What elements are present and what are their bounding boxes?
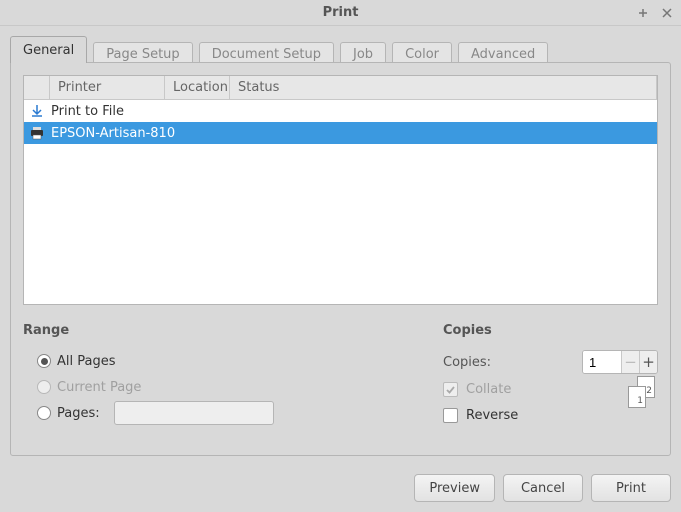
button-bar: Preview Cancel Print xyxy=(0,466,681,512)
cancel-button[interactable]: Cancel xyxy=(503,474,583,502)
copies-title: Copies xyxy=(443,323,658,338)
copies-count-row: Copies: − + xyxy=(443,348,658,376)
copies-input[interactable] xyxy=(583,351,621,373)
printer-list[interactable]: Printer Location Status Print to File xyxy=(23,75,658,305)
window-title: Print xyxy=(323,5,359,20)
column-printer[interactable]: Printer xyxy=(50,76,165,99)
titlebar: Print xyxy=(0,0,681,26)
preview-button[interactable]: Preview xyxy=(414,474,495,502)
printer-row-file[interactable]: Print to File xyxy=(24,100,657,122)
range-pages[interactable]: Pages: xyxy=(37,400,403,426)
radio-icon xyxy=(37,406,51,420)
copies-increment[interactable]: + xyxy=(639,351,657,373)
printer-row-epson[interactable]: EPSON-Artisan-810 xyxy=(24,122,657,144)
window-controls xyxy=(635,0,675,26)
check-icon xyxy=(445,384,456,395)
range-all-label: All Pages xyxy=(57,354,116,369)
reverse-checkbox[interactable] xyxy=(443,408,458,423)
copies-decrement: − xyxy=(621,351,639,373)
plus-icon xyxy=(638,8,648,18)
column-icon[interactable] xyxy=(24,76,50,99)
column-status[interactable]: Status xyxy=(230,76,657,99)
printer-name: Print to File xyxy=(50,104,657,119)
options-row: Range All Pages Current Page Pages: xyxy=(23,319,658,428)
collate-label: Collate xyxy=(466,382,511,397)
range-current-page: Current Page xyxy=(37,374,403,400)
close-icon xyxy=(662,8,672,18)
range-title: Range xyxy=(23,323,403,338)
collate-preview: 2 1 xyxy=(628,376,658,410)
range-all-pages[interactable]: All Pages xyxy=(37,348,403,374)
dialog-content: General Page Setup Document Setup Job Co… xyxy=(0,26,681,466)
copies-spinner: − + xyxy=(582,350,658,374)
copies-group: Copies Copies: − + xyxy=(443,323,658,428)
range-group: Range All Pages Current Page Pages: xyxy=(23,323,403,428)
reverse-row[interactable]: Reverse xyxy=(443,402,622,428)
maximize-button[interactable] xyxy=(635,5,651,21)
print-to-file-icon xyxy=(24,104,50,118)
printer-list-header: Printer Location Status xyxy=(24,76,657,100)
radio-icon xyxy=(37,354,51,368)
tab-bar: General Page Setup Document Setup Job Co… xyxy=(10,34,671,62)
radio-icon xyxy=(37,380,51,394)
printer-name: EPSON-Artisan-810 xyxy=(50,126,657,141)
print-button[interactable]: Print xyxy=(591,474,671,502)
pages-input[interactable] xyxy=(114,401,274,425)
column-location[interactable]: Location xyxy=(165,76,230,99)
collate-checkbox xyxy=(443,382,458,397)
reverse-label: Reverse xyxy=(466,408,518,423)
tab-general[interactable]: General xyxy=(10,36,87,63)
copies-label: Copies: xyxy=(443,355,503,370)
print-dialog: Print General Page Setup Document Setup … xyxy=(0,0,681,512)
printer-icon xyxy=(24,126,50,140)
collate-row: Collate xyxy=(443,376,622,402)
page-thumb-1: 1 xyxy=(628,386,646,408)
close-button[interactable] xyxy=(659,5,675,21)
range-pages-label: Pages: xyxy=(57,406,100,421)
range-current-label: Current Page xyxy=(57,380,141,395)
printer-list-rows: Print to File EPSON-Artisan-810 xyxy=(24,100,657,304)
tab-panel-general: Printer Location Status Print to File xyxy=(10,62,671,456)
